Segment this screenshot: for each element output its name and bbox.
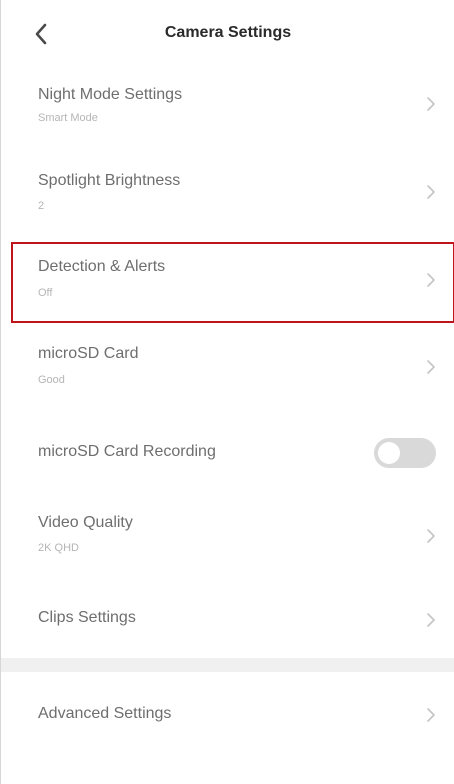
chevron-right-icon xyxy=(427,360,435,374)
chevron-right-icon xyxy=(427,185,435,199)
video-quality-row[interactable]: Video Quality 2K QHD xyxy=(1,504,454,590)
microsd-recording-toggle[interactable] xyxy=(374,438,436,468)
chevron-right-icon xyxy=(427,97,435,111)
spotlight-brightness-row[interactable]: Spotlight Brightness 2 xyxy=(1,160,454,246)
spotlight-brightness-label: Spotlight Brightness xyxy=(38,172,181,189)
spotlight-brightness-value: 2 xyxy=(38,200,45,212)
toggle-knob xyxy=(378,442,400,464)
advanced-settings-label: Advanced Settings xyxy=(38,705,172,722)
clips-settings-label: Clips Settings xyxy=(38,609,136,626)
video-quality-label: Video Quality xyxy=(38,514,133,531)
detection-alerts-row[interactable]: Detection & Alerts Off xyxy=(1,246,454,332)
camera-settings-screen: Camera Settings Night Mode Settings Smar… xyxy=(0,0,454,784)
section-divider xyxy=(1,658,454,672)
detection-alerts-value: Off xyxy=(38,287,53,299)
night-mode-settings-row[interactable]: Night Mode Settings Smart Mode xyxy=(1,74,454,160)
chevron-right-icon xyxy=(427,613,435,627)
night-mode-value: Smart Mode xyxy=(38,112,98,124)
microsd-card-value: Good xyxy=(38,374,65,386)
chevron-right-icon xyxy=(427,708,435,722)
video-quality-value: 2K QHD xyxy=(38,542,79,554)
night-mode-label: Night Mode Settings xyxy=(38,86,183,103)
header-bar: Camera Settings xyxy=(1,0,454,68)
detection-alerts-label: Detection & Alerts xyxy=(38,258,166,275)
microsd-card-row[interactable]: microSD Card Good xyxy=(1,332,454,418)
advanced-settings-row[interactable]: Advanced Settings xyxy=(1,680,454,766)
chevron-right-icon xyxy=(427,273,435,287)
chevron-right-icon xyxy=(427,529,435,543)
page-title: Camera Settings xyxy=(164,24,292,41)
microsd-card-label: microSD Card xyxy=(38,345,139,362)
microsd-card-recording-label: microSD Card Recording xyxy=(38,443,216,460)
